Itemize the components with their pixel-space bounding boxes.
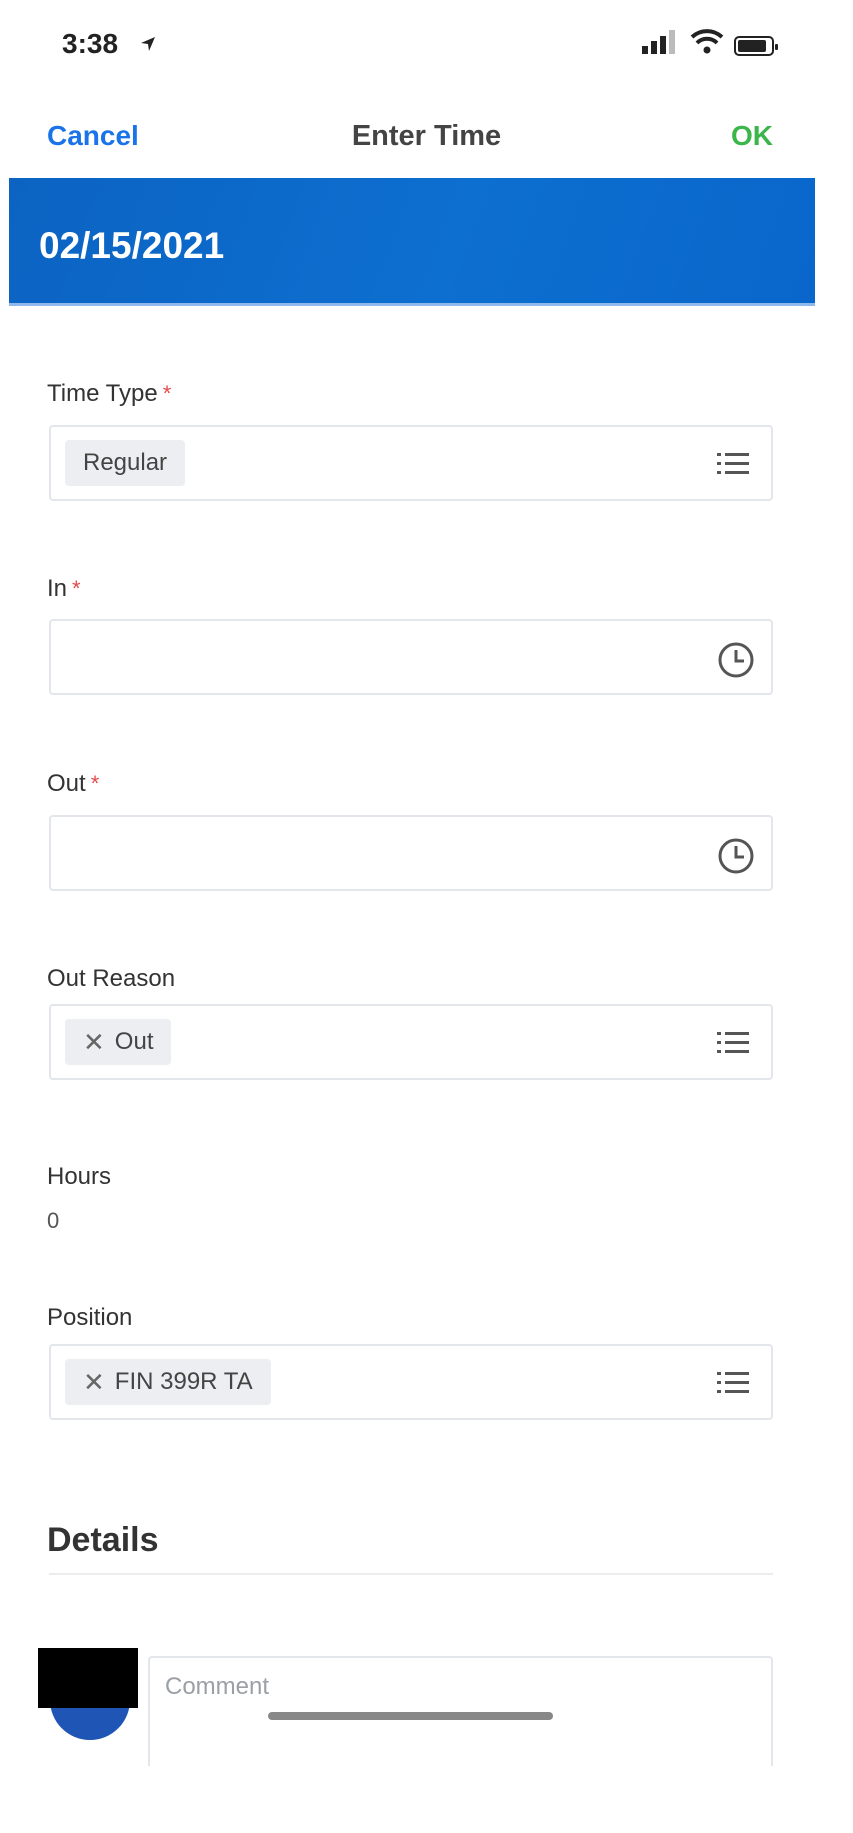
ok-button[interactable]: OK [731,120,773,152]
list-icon[interactable] [717,451,749,477]
time-type-chip: Regular [65,440,186,486]
position-chip: ✕ FIN 399R TA [65,1359,271,1405]
list-icon[interactable] [717,1030,749,1056]
out-reason-chip: ✕ Out [65,1019,172,1065]
signal-icon [642,30,675,54]
close-icon[interactable]: ✕ [83,1027,105,1058]
position-field[interactable]: ✕ FIN 399R TA [49,1344,773,1420]
battery-icon [734,36,778,56]
in-time-field[interactable] [49,619,773,695]
details-heading: Details [47,1521,159,1559]
hours-value: 0 [47,1208,60,1233]
close-icon[interactable]: ✕ [83,1367,105,1398]
comment-placeholder: Comment [165,1673,270,1700]
position-value: FIN 399R TA [114,1368,253,1395]
list-icon[interactable] [717,1370,749,1396]
time-type-label: Time Type * [47,380,172,407]
out-reason-field[interactable]: ✕ Out [49,1004,773,1080]
home-indicator[interactable] [268,1712,553,1720]
clock-icon[interactable] [717,641,755,679]
wifi-icon [690,29,724,54]
clock-icon[interactable] [717,837,755,875]
location-arrow-icon [141,37,155,51]
out-label: Out * [47,770,100,797]
banner-date: 02/15/2021 [39,225,225,266]
required-mark: * [72,576,81,601]
position-label: Position [47,1304,133,1331]
time-type-field[interactable]: Regular [49,425,773,501]
redaction-box [38,1648,138,1708]
status-time: 3:38 [62,28,119,59]
out-reason-label: Out Reason [47,965,176,992]
divider [49,1573,773,1575]
out-reason-value: Out [114,1028,154,1055]
in-label: In * [47,575,81,602]
time-type-value: Regular [83,449,168,476]
hours-label: Hours [47,1163,112,1190]
out-time-field[interactable] [49,815,773,891]
required-mark: * [162,381,172,406]
cancel-button[interactable]: Cancel [47,120,139,152]
required-mark: * [90,771,100,796]
